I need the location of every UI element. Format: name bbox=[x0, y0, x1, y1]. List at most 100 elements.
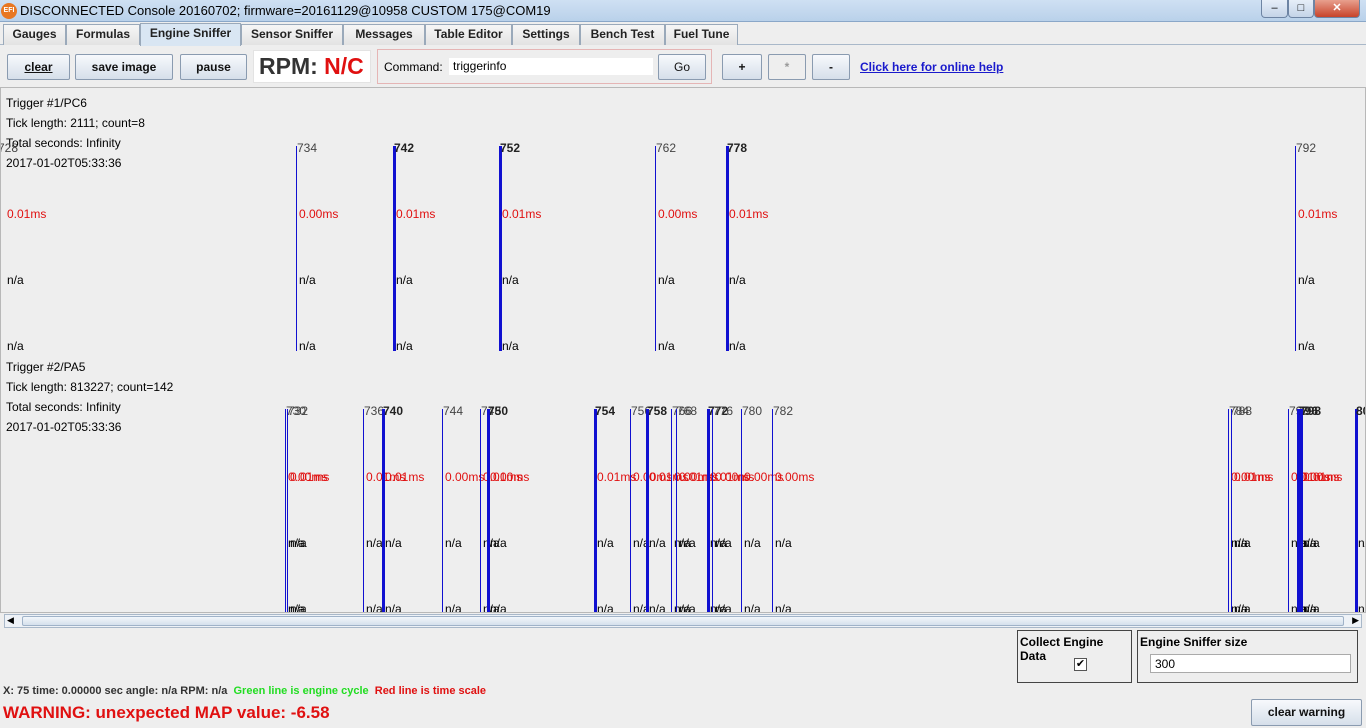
trigger1-event-id: 792 bbox=[1296, 141, 1317, 155]
status-line: X: 75 time: 0.00000 sec angle: n/a RPM: … bbox=[3, 685, 486, 697]
trigger1-event-duration: 0.01ms bbox=[1298, 207, 1338, 221]
trigger1-marker-752 bbox=[499, 146, 502, 351]
trigger2-marker-780 bbox=[741, 409, 742, 612]
scroll-left-icon[interactable]: ◀ bbox=[7, 615, 14, 626]
trigger1-marker-762 bbox=[655, 146, 656, 351]
tab-gauges[interactable]: Gauges bbox=[3, 24, 66, 45]
save-image-button[interactable]: save image bbox=[75, 54, 173, 80]
trigger1-name: Trigger #1/PC6 bbox=[6, 96, 87, 110]
close-button[interactable]: ✕ bbox=[1314, 0, 1360, 18]
trigger2-event-duration: 0.01ms bbox=[290, 470, 330, 484]
trigger2-event-rpm: n/a bbox=[744, 602, 761, 613]
trigger2-marker-788 bbox=[1231, 409, 1232, 612]
trigger1-total: Total seconds: Infinity bbox=[6, 136, 121, 150]
trigger2-event-angle: n/a bbox=[597, 536, 614, 550]
trigger2-event-id: 80 bbox=[1356, 404, 1365, 418]
clear-button[interactable]: clear bbox=[7, 54, 70, 80]
tab-engine-sniffer[interactable]: Engine Sniffer bbox=[140, 23, 241, 46]
trigger1-event-rpm: n/a bbox=[658, 339, 675, 353]
command-label: Command: bbox=[384, 60, 443, 74]
trigger2-event-angle: n/a bbox=[775, 536, 792, 550]
trigger2-event-angle: n/a bbox=[715, 536, 732, 550]
trigger2-event-rpm: n/a bbox=[775, 602, 792, 613]
engine-sniffer-canvas[interactable]: Trigger #1/PC6 Tick length: 2111; count=… bbox=[0, 87, 1366, 613]
trigger2-event-rpm: n/a bbox=[1358, 602, 1365, 613]
trigger1-event-id: 778 bbox=[727, 141, 748, 155]
reset-zoom-button[interactable]: * bbox=[768, 54, 806, 80]
trigger2-marker-732 bbox=[287, 409, 288, 612]
engine-sniffer-size-input[interactable]: 300 bbox=[1150, 654, 1351, 673]
trigger1-event-rpm: n/a bbox=[7, 339, 24, 353]
tab-bench-test[interactable]: Bench Test bbox=[580, 24, 665, 45]
trigger1-event-id: 728 bbox=[0, 141, 19, 155]
trigger2-event-angle: n/a bbox=[1234, 536, 1251, 550]
trigger1-event-angle: n/a bbox=[729, 273, 746, 287]
trigger2-event-angle: n/a bbox=[1303, 536, 1320, 550]
trigger2-date: 2017-01-02T05:33:36 bbox=[6, 420, 122, 434]
trigger2-event-rpm: n/a bbox=[1234, 602, 1251, 613]
trigger2-event-angle: n/a bbox=[385, 536, 402, 550]
engine-sniffer-size-panel: Engine Sniffer size 300 bbox=[1137, 630, 1358, 683]
trigger1-event-duration: 0.01ms bbox=[502, 207, 542, 221]
zoom-out-button[interactable]: - bbox=[812, 54, 850, 80]
trigger2-event-angle: n/a bbox=[445, 536, 462, 550]
trigger2-event-rpm: n/a bbox=[1303, 602, 1320, 613]
horizontal-scrollbar[interactable]: ◀ ▶ bbox=[4, 614, 1362, 628]
collect-engine-data-panel: Collect Engine Data ✔ bbox=[1017, 630, 1132, 683]
trigger2-event-duration: 0.01ms bbox=[1234, 470, 1274, 484]
scrollbar-thumb[interactable] bbox=[22, 616, 1344, 626]
go-button[interactable]: Go bbox=[658, 54, 706, 80]
green-line-legend: Green line is engine cycle bbox=[233, 685, 369, 697]
trigger2-marker-80 bbox=[1355, 409, 1358, 612]
trigger2-marker-748 bbox=[480, 409, 481, 612]
rpm-label: RPM: bbox=[259, 53, 318, 79]
minimize-button[interactable]: – bbox=[1261, 0, 1288, 18]
app-logo-icon: EFI bbox=[1, 3, 17, 19]
trigger2-event-rpm: n/a bbox=[715, 602, 732, 613]
cursor-info: X: 75 time: 0.00000 sec angle: n/a RPM: … bbox=[3, 685, 228, 697]
trigger2-event-angle: n/a bbox=[1358, 536, 1365, 550]
tab-fuel-tune[interactable]: Fuel Tune bbox=[665, 24, 738, 45]
trigger2-event-angle: n/a bbox=[649, 536, 666, 550]
trigger2-event-angle: n/a bbox=[679, 536, 696, 550]
title-bar: EFI DISCONNECTED Console 20160702; firmw… bbox=[0, 0, 1366, 22]
trigger1-event-id: 734 bbox=[297, 141, 318, 155]
trigger1-event-rpm: n/a bbox=[396, 339, 413, 353]
trigger2-event-id: 768 bbox=[677, 404, 698, 418]
trigger1-event-angle: n/a bbox=[299, 273, 316, 287]
scroll-right-icon[interactable]: ▶ bbox=[1352, 615, 1359, 626]
tab-settings[interactable]: Settings bbox=[512, 24, 580, 45]
tab-sensor-sniffer[interactable]: Sensor Sniffer bbox=[241, 24, 343, 45]
trigger2-marker-754 bbox=[594, 409, 597, 612]
maximize-button[interactable]: □ bbox=[1288, 0, 1314, 18]
trigger1-event-angle: n/a bbox=[396, 273, 413, 287]
trigger1-event-angle: n/a bbox=[7, 273, 24, 287]
pause-button[interactable]: pause bbox=[180, 54, 247, 80]
rpm-value: N/C bbox=[324, 53, 364, 79]
trigger2-marker-766 bbox=[671, 409, 672, 612]
trigger2-event-rpm: n/a bbox=[445, 602, 462, 613]
tab-formulas[interactable]: Formulas bbox=[66, 24, 140, 45]
clear-warning-button[interactable]: clear warning bbox=[1251, 699, 1362, 726]
trigger2-event-id: 788 bbox=[1232, 404, 1253, 418]
trigger2-event-angle: n/a bbox=[490, 536, 507, 550]
trigger2-event-rpm: n/a bbox=[290, 602, 307, 613]
zoom-in-button[interactable]: + bbox=[722, 54, 762, 80]
command-box: Command: triggerinfo Go bbox=[377, 49, 712, 84]
trigger2-total: Total seconds: Infinity bbox=[6, 400, 121, 414]
trigger2-marker-782 bbox=[772, 409, 773, 612]
trigger2-marker-730 bbox=[285, 409, 286, 612]
tab-messages[interactable]: Messages bbox=[343, 24, 425, 45]
trigger2-event-rpm: n/a bbox=[385, 602, 402, 613]
online-help-link[interactable]: Click here for online help bbox=[860, 60, 1003, 74]
trigger1-event-rpm: n/a bbox=[1298, 339, 1315, 353]
collect-engine-data-checkbox[interactable]: ✔ bbox=[1074, 658, 1087, 671]
trigger1-marker-778 bbox=[726, 146, 729, 351]
trigger2-event-id: 782 bbox=[773, 404, 794, 418]
trigger1-event-angle: n/a bbox=[658, 273, 675, 287]
command-input[interactable]: triggerinfo bbox=[449, 58, 653, 75]
engine-sniffer-size-label: Engine Sniffer size bbox=[1140, 635, 1248, 649]
tab-table-editor[interactable]: Table Editor bbox=[425, 24, 512, 45]
trigger1-tick: Tick length: 2111; count=8 bbox=[6, 116, 145, 130]
trigger1-event-rpm: n/a bbox=[502, 339, 519, 353]
